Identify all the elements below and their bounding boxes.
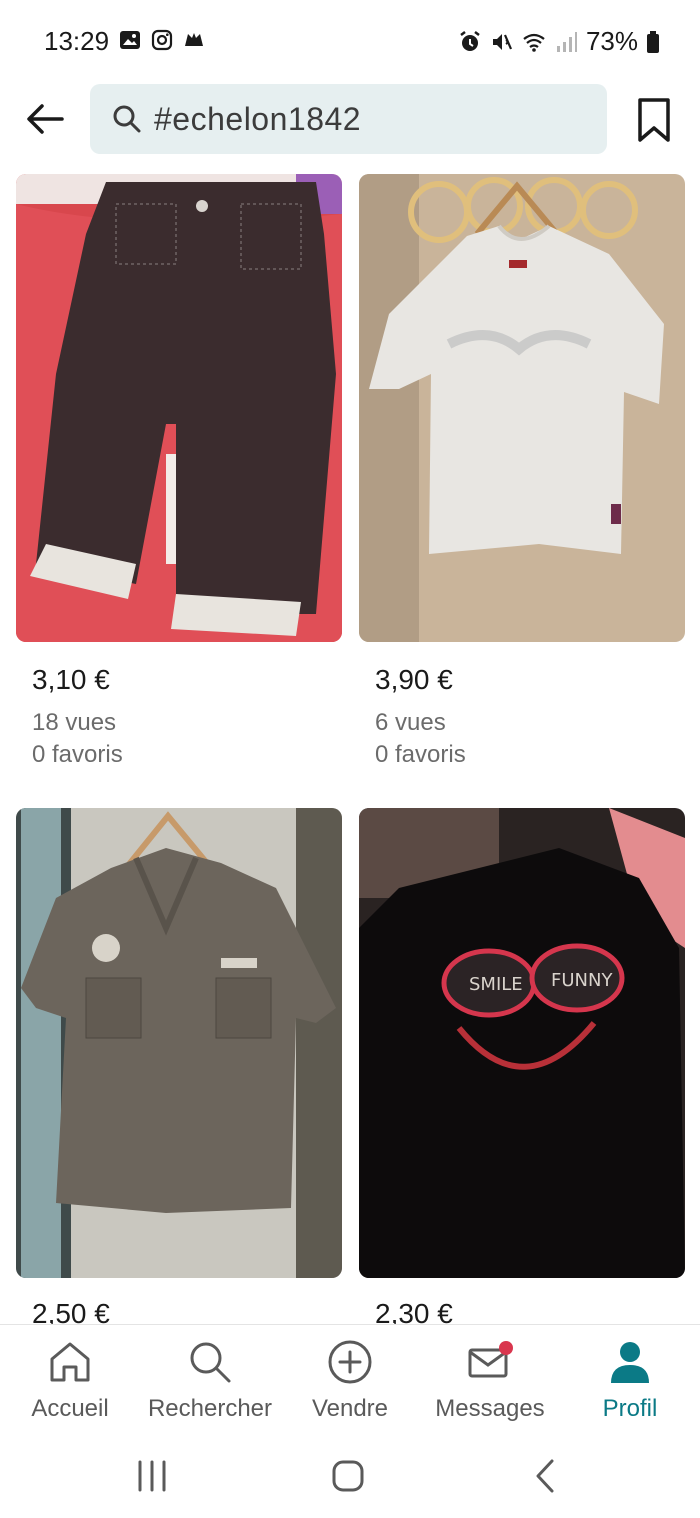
item-card[interactable]: SMILE FUNNY 2,30 € — [359, 808, 685, 1329]
item-card[interactable]: 3,90 € 6 vues 0 favoris — [359, 174, 685, 768]
grey-shirt-photo — [16, 808, 342, 1278]
nav-label: Accueil — [31, 1395, 109, 1422]
item-price: 3,90 € — [375, 664, 453, 695]
person-icon — [611, 1342, 649, 1383]
nav-profil[interactable]: Profil — [560, 1339, 700, 1423]
search-header: #echelon1842 — [0, 80, 700, 160]
notification-dot — [499, 1341, 513, 1355]
home-button-icon[interactable] — [326, 1454, 370, 1498]
bookmark-icon[interactable] — [632, 96, 676, 144]
nav-label: Rechercher — [147, 1395, 273, 1422]
nav-messages[interactable]: Messages — [420, 1339, 560, 1423]
item-views: 18 vues — [32, 709, 117, 736]
black-smile-funny-top-photo: SMILE FUNNY — [359, 808, 685, 1278]
recent-apps-icon[interactable] — [130, 1454, 174, 1498]
item-card[interactable]: 2,50 € — [16, 808, 342, 1329]
nav-label: Vendre — [311, 1395, 389, 1422]
bottom-navigation: Accueil Rechercher Vendre Messages Profi… — [0, 1324, 700, 1434]
item-favorites: 0 favoris — [375, 741, 466, 768]
search-icon — [113, 105, 141, 133]
home-icon — [50, 1342, 90, 1382]
mail-icon — [468, 1341, 513, 1378]
back-arrow-icon[interactable] — [24, 98, 66, 140]
alarm-icon — [460, 30, 480, 51]
svg-text:FUNNY: FUNNY — [551, 970, 613, 991]
search-input[interactable]: #echelon1842 — [90, 84, 607, 154]
system-navigation-bar — [0, 1434, 700, 1518]
white-tshirt-photo — [359, 174, 685, 642]
item-photo[interactable] — [359, 174, 685, 642]
nav-vendre[interactable]: Vendre — [280, 1339, 420, 1423]
status-bar: 13:29 73% — [0, 0, 700, 80]
item-photo[interactable] — [16, 808, 342, 1278]
item-views: 6 vues — [375, 709, 446, 736]
dark-brown-trousers-photo — [16, 174, 342, 642]
plus-circle-icon — [328, 1340, 372, 1384]
item-photo[interactable] — [16, 174, 342, 642]
svg-text:SMILE: SMILE — [469, 974, 523, 995]
battery-percent: 73% — [585, 26, 638, 56]
status-icons-right: 73% — [458, 26, 660, 57]
wifi-icon — [523, 33, 545, 52]
search-icon — [190, 1342, 231, 1383]
item-card[interactable]: 3,10 € 18 vues 0 favoris — [16, 174, 342, 768]
item-price: 3,10 € — [32, 664, 110, 695]
search-query: #echelon1842 — [154, 100, 362, 137]
nav-label: Messages — [435, 1395, 545, 1422]
item-favorites: 0 favoris — [32, 741, 123, 768]
nav-label: Profil — [602, 1395, 658, 1422]
gallery-icon — [120, 31, 140, 49]
status-icons-left — [118, 28, 206, 52]
signal-icon — [556, 31, 577, 52]
game-icon — [185, 33, 203, 46]
battery-icon — [647, 30, 659, 53]
nav-rechercher[interactable]: Rechercher — [140, 1339, 280, 1423]
status-time: 13:29 — [44, 26, 110, 56]
mute-icon — [492, 33, 512, 50]
back-icon[interactable] — [524, 1454, 568, 1498]
nav-accueil[interactable]: Accueil — [0, 1339, 140, 1423]
instagram-icon — [151, 29, 173, 51]
item-photo[interactable]: SMILE FUNNY — [359, 808, 685, 1278]
